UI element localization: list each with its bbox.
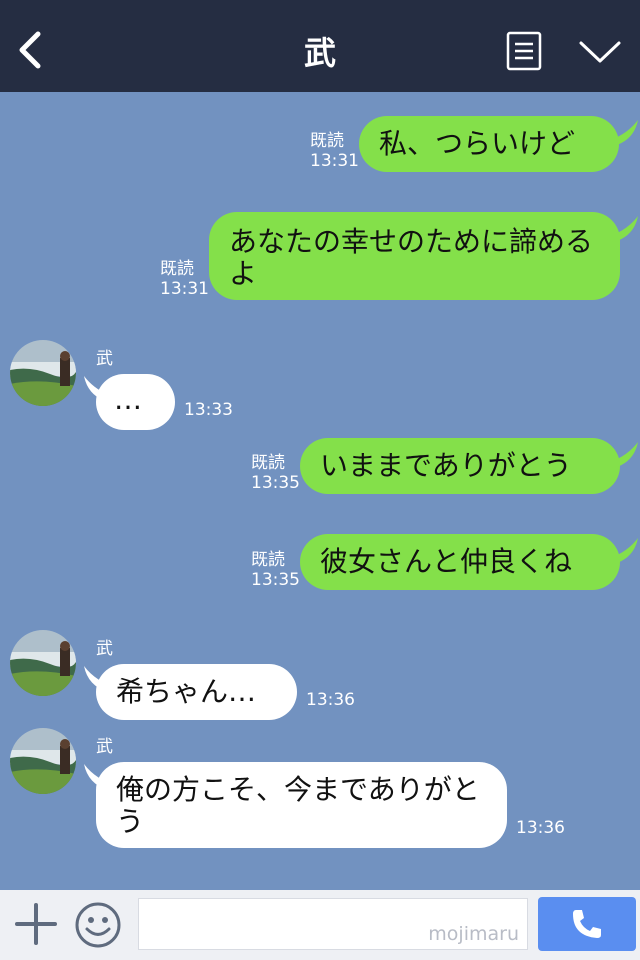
chevron-down-icon[interactable] [578,38,622,66]
message-bubble-incoming[interactable]: 俺の方こそ、今までありがとう [96,762,507,848]
bubble-tail [604,216,638,242]
sender-name: 武 [96,737,113,757]
message-bubble-outgoing[interactable]: あなたの幸せのために諦めるよ [209,212,620,300]
chat-header: 武 [0,0,640,92]
bubble-tail [604,538,638,564]
avatar[interactable] [10,630,76,696]
message-time: 13:36 [516,818,565,838]
sender-name: 武 [96,639,113,659]
message-bubble-outgoing[interactable]: 私、つらいけど [359,116,619,172]
smiley-icon[interactable] [74,901,122,949]
plus-icon[interactable] [14,902,58,946]
call-button[interactable] [538,897,636,951]
bubble-tail [604,120,638,146]
watermark-text: mojimaru [428,923,519,945]
avatar[interactable] [10,728,76,794]
read-receipt: 既読 13:31 [160,259,209,299]
chat-area[interactable]: 既読 13:31 私、つらいけど 既読 13:31 あなたの幸せのために諦めるよ [0,92,640,890]
message-bubble-incoming[interactable]: 希ちゃん… [96,664,297,720]
bubble-tail [604,442,638,468]
read-receipt: 既読 13:35 [251,550,300,590]
message-bubble-incoming[interactable]: … [96,374,175,430]
read-receipt: 既読 13:35 [251,453,300,493]
message-input[interactable]: mojimaru [138,898,528,950]
message-bubble-outgoing[interactable]: 彼女さんと仲良くね [300,534,620,590]
message-bubble-outgoing[interactable]: いままでありがとう [300,438,620,494]
sender-name: 武 [96,349,113,369]
message-time: 13:33 [184,400,233,420]
menu-list-icon[interactable] [506,31,542,71]
read-receipt: 既読 13:31 [310,131,359,171]
message-time: 13:36 [306,690,355,710]
avatar[interactable] [10,340,76,406]
phone-icon [573,910,601,938]
chat-title: 武 [303,34,336,72]
